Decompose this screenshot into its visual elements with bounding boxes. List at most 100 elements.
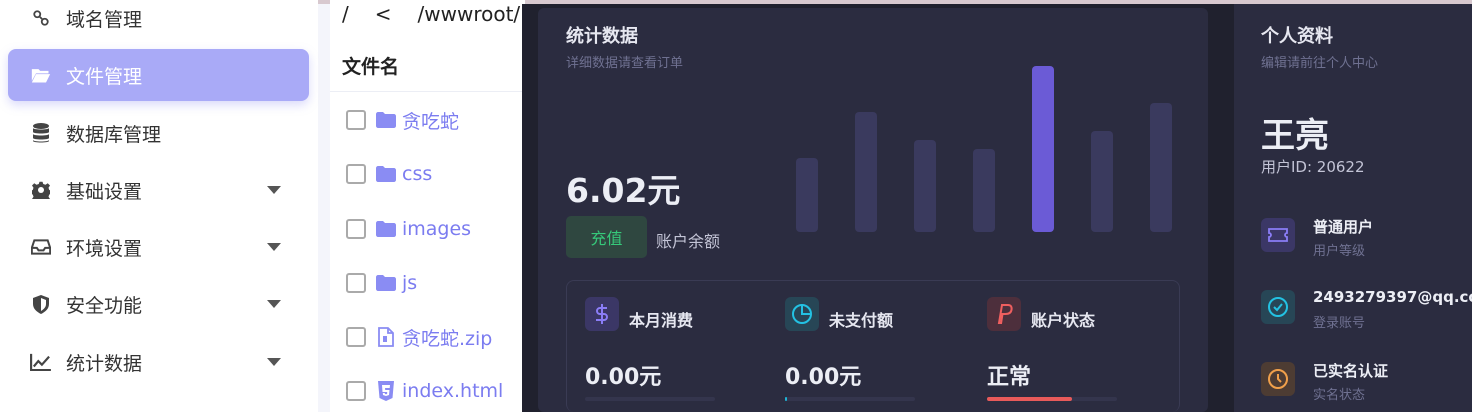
row-checkbox[interactable] bbox=[346, 273, 366, 293]
row-checkbox[interactable] bbox=[346, 327, 366, 347]
profile-subtitle: 编辑请前往个人中心 bbox=[1261, 56, 1379, 71]
balance-label: 账户余额 bbox=[656, 232, 721, 251]
dollar-icon bbox=[585, 297, 619, 331]
metrics-box: 本月消费 0.00元 未支付额 0.00元 账户状态 正常 bbox=[566, 280, 1180, 412]
stats-card: 统计数据 详细数据请查看订单 6.02元 充值 账户余额 本月消费 0.00元 … bbox=[538, 8, 1208, 412]
recharge-button[interactable]: 充值 bbox=[566, 216, 647, 258]
path-back-button[interactable]: < bbox=[375, 2, 392, 26]
metric-progress-bar bbox=[987, 397, 1117, 401]
shield-icon bbox=[30, 293, 52, 315]
metric-progress-bar bbox=[585, 397, 715, 401]
sidebar-item-label: 域名管理 bbox=[66, 8, 143, 31]
stats-title: 统计数据 bbox=[566, 26, 638, 47]
metric-value: 0.00元 bbox=[585, 365, 662, 390]
file-row[interactable]: 贪吃蛇.zip bbox=[330, 310, 525, 364]
row-checkbox[interactable] bbox=[346, 219, 366, 239]
chart-bar bbox=[914, 140, 936, 232]
profile-title: 个人资料 bbox=[1261, 26, 1333, 47]
metric-progress-fill bbox=[987, 397, 1072, 401]
metric-value: 0.00元 bbox=[785, 365, 862, 390]
html5-icon bbox=[376, 381, 396, 401]
sidebar-item-label: 环境设置 bbox=[66, 237, 143, 260]
link-icon bbox=[30, 7, 52, 29]
zip-file-icon bbox=[376, 327, 396, 347]
sidebar-item-label: 数据库管理 bbox=[66, 123, 162, 146]
profile-item-label: 用户等级 bbox=[1313, 244, 1366, 259]
chart-bar bbox=[1150, 103, 1172, 232]
inbox-icon bbox=[30, 236, 52, 258]
metric-label: 本月消费 bbox=[629, 311, 694, 330]
database-icon bbox=[30, 122, 52, 144]
profile-card: 个人资料 编辑请前往个人中心 王亮 用户ID: 20622 普通用户 用户等级 … bbox=[1234, 4, 1472, 412]
chart-bar bbox=[1032, 66, 1054, 232]
row-checkbox[interactable] bbox=[346, 110, 366, 130]
ticket-icon bbox=[1261, 218, 1295, 252]
line-chart-icon bbox=[30, 351, 52, 373]
chart-bar bbox=[973, 149, 995, 232]
folder-open-icon bbox=[30, 64, 52, 86]
file-name[interactable]: css bbox=[402, 163, 432, 185]
metric-label: 未支付额 bbox=[829, 311, 894, 330]
sidebar-item-label: 文件管理 bbox=[66, 65, 143, 88]
path-root-button[interactable]: / bbox=[342, 2, 349, 26]
file-row[interactable]: 贪吃蛇 bbox=[330, 93, 525, 147]
chevron-down-icon bbox=[267, 300, 281, 308]
chevron-down-icon bbox=[267, 243, 281, 251]
metric-progress-fill bbox=[785, 397, 787, 401]
profile-item-value: 2493279397@qq.com bbox=[1313, 288, 1472, 306]
sidebar-item-database[interactable]: 数据库管理 bbox=[8, 107, 309, 159]
file-panel: / < /wwwroot/ 文件名 贪吃蛇 css images js 贪吃蛇.… bbox=[330, 0, 525, 412]
sidebar-item-label: 统计数据 bbox=[66, 352, 143, 375]
chevron-down-icon bbox=[267, 358, 281, 366]
file-row[interactable]: js bbox=[330, 256, 525, 310]
profile-item-account: 2493279397@qq.com 登录账号 bbox=[1261, 282, 1472, 332]
profile-item-level: 普通用户 用户等级 bbox=[1261, 210, 1472, 260]
folder-icon bbox=[376, 110, 396, 130]
file-row[interactable]: index.html bbox=[330, 364, 525, 412]
paypal-icon bbox=[987, 297, 1021, 331]
sidebar-item-basic-settings[interactable]: 基础设置 bbox=[8, 164, 309, 216]
metric-progress-bar bbox=[785, 397, 915, 401]
file-name-column-header[interactable]: 文件名 bbox=[330, 40, 525, 92]
folder-icon bbox=[376, 219, 396, 239]
gear-icon bbox=[30, 179, 52, 201]
metric-label: 账户状态 bbox=[1031, 311, 1096, 330]
chart-bar bbox=[1091, 131, 1113, 232]
metric-value: 正常 bbox=[987, 365, 1032, 390]
clock-icon bbox=[1261, 362, 1295, 396]
stats-subtitle: 详细数据请查看订单 bbox=[566, 56, 684, 71]
sidebar-item-label: 安全功能 bbox=[66, 294, 143, 317]
profile-item-verification: 已实名认证 实名状态 bbox=[1261, 354, 1472, 404]
sidebar: 域名管理 文件管理 数据库管理 基础设置 环境设置 安全功能 统计数据 bbox=[0, 0, 318, 412]
sidebar-item-files[interactable]: 文件管理 bbox=[8, 49, 309, 101]
current-path: /wwwroot/ bbox=[417, 2, 521, 26]
file-name[interactable]: js bbox=[402, 272, 417, 294]
profile-item-label: 登录账号 bbox=[1313, 316, 1366, 331]
row-checkbox[interactable] bbox=[346, 381, 366, 401]
profile-item-label: 实名状态 bbox=[1313, 388, 1366, 403]
user-name: 王亮 bbox=[1261, 116, 1329, 156]
profile-item-value: 已实名认证 bbox=[1313, 362, 1389, 380]
file-name[interactable]: 贪吃蛇.zip bbox=[402, 324, 492, 351]
chart-bar bbox=[855, 112, 877, 232]
folder-icon bbox=[376, 164, 396, 184]
folder-icon bbox=[376, 273, 396, 293]
file-name[interactable]: index.html bbox=[402, 380, 503, 402]
file-row[interactable]: images bbox=[330, 202, 525, 256]
sidebar-item-domain[interactable]: 域名管理 bbox=[8, 0, 309, 44]
path-bar: / < /wwwroot/ bbox=[330, 0, 520, 28]
sidebar-item-label: 基础设置 bbox=[66, 180, 143, 203]
sidebar-item-statistics[interactable]: 统计数据 bbox=[8, 336, 309, 388]
file-row[interactable]: css bbox=[330, 147, 525, 201]
profile-item-value: 普通用户 bbox=[1313, 218, 1374, 236]
stats-bar-chart bbox=[796, 38, 1186, 232]
check-circle-icon bbox=[1261, 290, 1295, 324]
file-name[interactable]: 贪吃蛇 bbox=[402, 107, 459, 134]
sidebar-item-env-settings[interactable]: 环境设置 bbox=[8, 221, 309, 273]
chart-bar bbox=[796, 158, 818, 232]
balance-value: 6.02元 bbox=[566, 171, 681, 210]
file-name[interactable]: images bbox=[402, 218, 471, 240]
pie-chart-icon bbox=[785, 297, 819, 331]
row-checkbox[interactable] bbox=[346, 164, 366, 184]
sidebar-item-security[interactable]: 安全功能 bbox=[8, 278, 309, 330]
